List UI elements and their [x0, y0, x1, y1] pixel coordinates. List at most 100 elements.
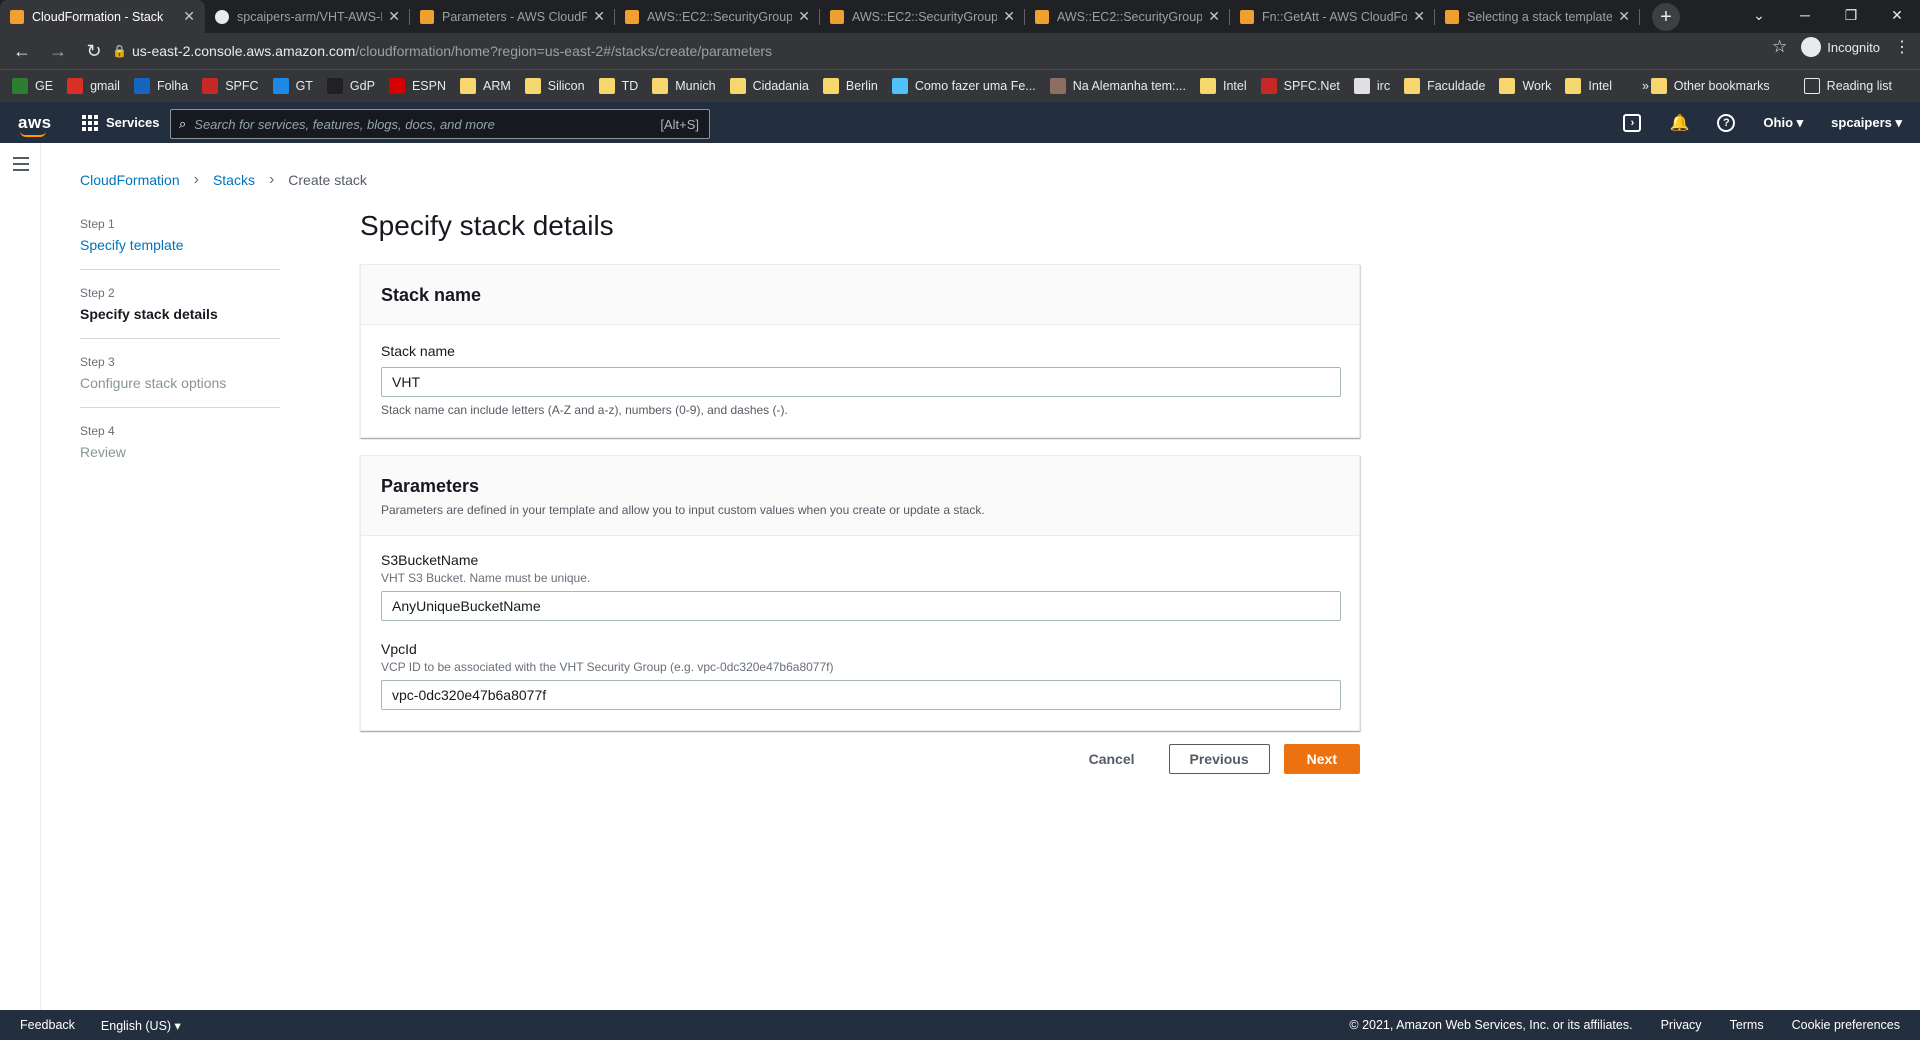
bookmark-label: Faculdade [1427, 79, 1486, 93]
bookmark-label: Intel [1588, 79, 1613, 93]
step-label: Specify stack details [80, 306, 218, 322]
services-menu-button[interactable]: Services [82, 114, 160, 131]
previous-button[interactable]: Previous [1168, 744, 1270, 774]
hamburger-menu-icon[interactable] [13, 157, 29, 175]
browser-tab[interactable]: Parameters - AWS CloudF ✕ [410, 0, 615, 33]
step-label[interactable]: Specify template [80, 237, 280, 253]
tab-title: AWS::EC2::SecurityGroup - [647, 9, 793, 24]
bookmark-star-icon[interactable]: ☆ [1772, 37, 1787, 57]
cookie-preferences-link[interactable]: Cookie preferences [1792, 1018, 1900, 1032]
bookmark-item[interactable]: ARM [459, 78, 511, 94]
stack-name-input[interactable] [381, 367, 1341, 397]
browser-tab[interactable]: AWS::EC2::SecurityGroup E ✕ [1025, 0, 1230, 33]
aws-favicon-icon [420, 9, 434, 24]
browser-tab[interactable]: CloudFormation - Stack ✕ [0, 0, 205, 33]
browser-tab[interactable]: spcaipers-arm/VHT-AWS-I ✕ [205, 0, 410, 33]
folder-icon [1499, 78, 1516, 94]
new-tab-button[interactable]: + [1652, 3, 1680, 31]
close-tab-icon[interactable]: ✕ [1208, 8, 1220, 25]
bookmark-label: SPFC [225, 79, 259, 93]
close-tab-icon[interactable]: ✕ [1618, 8, 1630, 25]
incognito-label: Incognito [1827, 39, 1880, 55]
restore-icon[interactable]: ❐ [1828, 0, 1874, 33]
card-header: Parameters Parameters are defined in you… [361, 456, 1359, 536]
privacy-link[interactable]: Privacy [1661, 1018, 1702, 1032]
other-bookmarks[interactable]: Other bookmarks [1650, 78, 1770, 94]
help-icon[interactable]: ? [1717, 113, 1736, 132]
breadcrumb-stacks[interactable]: Stacks [213, 172, 255, 188]
bookmark-label: irc [1376, 79, 1391, 93]
close-tab-icon[interactable]: ✕ [388, 8, 400, 25]
reading-list[interactable]: Reading list [1803, 78, 1892, 94]
bookmark-item[interactable]: Munich [652, 78, 716, 94]
bookmark-item[interactable]: Folha [133, 78, 188, 94]
region-selector[interactable]: Ohio ▾ [1763, 115, 1803, 131]
tab-search-icon[interactable]: ⌄ [1736, 0, 1782, 33]
browser-tab[interactable]: Fn::GetAtt - AWS CloudFor ✕ [1230, 0, 1435, 33]
bookmark-item[interactable]: Como fazer uma Fe... [891, 78, 1036, 94]
bookmark-item[interactable]: gmail [67, 78, 120, 94]
bookmark-favicon-icon [388, 78, 405, 94]
more-bookmarks-icon[interactable]: » [1642, 79, 1649, 93]
cloudshell-icon[interactable]: › [1623, 113, 1642, 132]
vpcid-input[interactable] [381, 680, 1341, 710]
bookmark-label: Intel [1222, 79, 1247, 93]
bookmark-item[interactable]: GdP [326, 78, 375, 94]
bookmark-item[interactable]: SPFC [202, 78, 259, 94]
s3bucketname-input[interactable] [381, 591, 1341, 621]
bookmark-item[interactable]: Intel [1565, 78, 1612, 94]
close-tab-icon[interactable]: ✕ [1003, 8, 1015, 25]
account-menu[interactable]: spcaipers ▾ [1831, 115, 1902, 131]
browser-tab[interactable]: AWS::EC2::SecurityGroup - ✕ [615, 0, 820, 33]
chevron-right-icon: › [193, 171, 199, 188]
next-button[interactable]: Next [1283, 744, 1360, 774]
reading-list-icon [1803, 78, 1820, 94]
close-window-icon[interactable]: ✕ [1874, 0, 1920, 33]
bookmark-item[interactable]: Work [1499, 78, 1551, 94]
minimize-icon[interactable]: ─ [1782, 0, 1828, 33]
close-tab-icon[interactable]: ✕ [593, 8, 605, 25]
close-tab-icon[interactable]: ✕ [1413, 8, 1425, 25]
bookmark-item[interactable]: Silicon [524, 78, 585, 94]
console-footer: Feedback English (US) ▾ © 2021, Amazon W… [0, 1010, 1920, 1040]
close-tab-icon[interactable]: ✕ [798, 8, 810, 25]
bookmark-item[interactable]: irc [1353, 78, 1391, 94]
console-search-input[interactable]: ⌕ Search for services, features, blogs, … [170, 109, 710, 139]
bookmark-item[interactable]: Faculdade [1404, 78, 1485, 94]
card-description: Parameters are defined in your template … [381, 503, 985, 517]
bookmark-label: Work [1522, 79, 1552, 93]
tab-title: CloudFormation - Stack [32, 9, 164, 24]
bookmark-item[interactable]: ESPN [388, 78, 446, 94]
terms-link[interactable]: Terms [1730, 1018, 1764, 1032]
browser-tab[interactable]: AWS::EC2::SecurityGroup I ✕ [820, 0, 1025, 33]
stack-name-constraint: Stack name can include letters (A-Z and … [381, 403, 788, 417]
bookmark-item[interactable]: Cidadania [729, 78, 809, 94]
bookmark-item[interactable]: GT [272, 78, 313, 94]
browser-tab[interactable]: Selecting a stack template ✕ [1435, 0, 1640, 33]
bookmark-item[interactable]: Intel [1199, 78, 1247, 94]
breadcrumb-cloudformation[interactable]: CloudFormation [80, 172, 180, 188]
menu-kebab-icon[interactable]: ⋮ [1894, 37, 1910, 57]
search-icon: ⌕ [179, 116, 187, 131]
language-selector[interactable]: English (US) ▾ [101, 1018, 181, 1033]
reload-icon[interactable]: ↻ [80, 41, 108, 62]
bookmark-item[interactable]: SPFC.Net [1260, 78, 1340, 94]
card-header: Stack name [361, 265, 1359, 325]
close-tab-icon[interactable]: ✕ [183, 8, 195, 25]
cancel-button[interactable]: Cancel [1069, 744, 1155, 774]
bookmark-item[interactable]: Berlin [822, 78, 878, 94]
bell-icon[interactable]: 🔔 [1669, 113, 1689, 133]
forward-icon[interactable]: → [44, 41, 72, 62]
address-bar[interactable]: 🔒 us-east-2.console.aws.amazon.com/cloud… [112, 38, 1752, 64]
wizard-step-1[interactable]: Step 1 Specify template [80, 217, 280, 270]
breadcrumb: CloudFormation › Stacks › Create stack [80, 171, 367, 189]
incognito-badge[interactable]: Incognito [1801, 37, 1880, 57]
lock-icon[interactable]: 🔒 [112, 44, 132, 58]
back-icon[interactable]: ← [8, 41, 36, 62]
feedback-link[interactable]: Feedback [20, 1018, 75, 1033]
aws-favicon-icon [625, 9, 639, 24]
bookmark-item[interactable]: TD [598, 78, 638, 94]
bookmark-item[interactable]: GE [12, 78, 53, 94]
bookmark-item[interactable]: Na Alemanha tem:... [1049, 78, 1186, 94]
aws-logo[interactable]: aws [18, 113, 54, 137]
